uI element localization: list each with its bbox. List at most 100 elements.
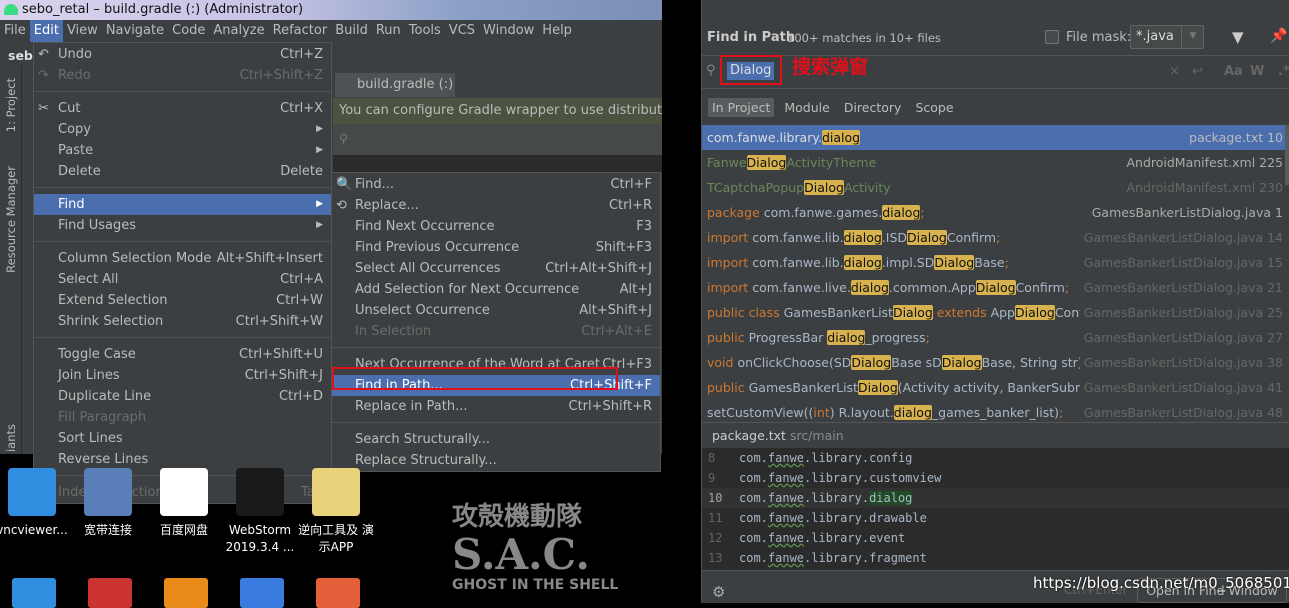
resource-manager-tab[interactable]: Resource Manager [4,166,18,273]
menu-item-find[interactable]: 🔍 Find... Ctrl+F [332,174,660,195]
menu-file[interactable]: File [0,20,30,42]
menu-item-duplicate-line[interactable]: Duplicate Line Ctrl+D [34,386,331,407]
result-row[interactable]: import com.fanwe.lib.dialog.impl.SDDialo… [702,250,1286,275]
result-text: Activity [843,180,891,195]
search-icon[interactable]: ⚲ [706,63,716,78]
editor-code-area[interactable] [333,155,662,173]
desktop-icon-1[interactable]: 宽带连接 [68,468,148,539]
chevron-down-icon[interactable]: ▼ [1181,25,1204,49]
menu-item-delete[interactable]: Delete Delete [34,161,331,182]
menu-navigate[interactable]: Navigate [102,20,168,42]
menu-item-replace[interactable]: ⟲ Replace... Ctrl+R [332,195,660,216]
menu-run[interactable]: Run [372,20,405,42]
menu-item-paste[interactable]: Paste ▶ [34,140,331,161]
match-highlight: Dialog [851,355,892,370]
project-tool-tab[interactable]: 1: Project [4,78,18,132]
result-row[interactable]: com.fanwe.library.dialog package.txt 10 [702,125,1286,150]
desktop-icon-partial[interactable] [12,578,56,608]
match-highlight: Dialog [1014,305,1055,320]
menu-item-find-usages[interactable]: Find Usages ▶ [34,215,331,236]
menu-build[interactable]: Build [331,20,372,42]
menu-item-label: Column Selection Mode [58,251,212,266]
menu-item-toggle-case[interactable]: Toggle Case Ctrl+Shift+U [34,344,331,365]
code-word: fragment [869,551,927,565]
menu-item-shortcut: Ctrl+Shift+R [568,399,653,414]
desktop-icon-partial[interactable] [164,578,208,608]
menu-window[interactable]: Window [479,20,538,42]
menu-item-replace-structurally[interactable]: Replace Structurally... [332,450,660,471]
menu-item-undo[interactable]: ↶ Undo Ctrl+Z [34,44,331,65]
result-row[interactable]: public ProgressBar dialog_progress; Games… [702,325,1286,350]
desktop-icon-partial[interactable] [316,578,360,608]
scope-tab-in-project[interactable]: In Project [708,98,775,117]
menu-item-find[interactable]: Find ▶ [34,194,331,215]
menu-item-extend-selection[interactable]: Extend Selection Ctrl+W [34,290,331,311]
pin-icon[interactable]: 📌 [1270,28,1287,44]
menu-tools[interactable]: Tools [405,20,445,42]
menu-item-unselect-occurrence[interactable]: Unselect Occurrence Alt+Shift+J [332,300,660,321]
menu-item-copy[interactable]: Copy ▶ [34,119,331,140]
menu-item-add-selection-for-next-occurrence[interactable]: Add Selection for Next Occurrence Alt+J [332,279,660,300]
match-case-toggle[interactable]: Aa [1224,64,1243,79]
whole-words-toggle[interactable]: W [1250,64,1264,79]
menu-vcs[interactable]: VCS [445,20,479,42]
menu-item-shortcut: Alt+Shift+Insert [216,251,323,266]
menu-item-search-structurally[interactable]: Search Structurally... [332,429,660,450]
menu-item-reverse-lines[interactable]: Reverse Lines [34,449,331,470]
newline-icon[interactable]: ↩ [1192,64,1203,79]
menu-item-join-lines[interactable]: Join Lines Ctrl+Shift+J [34,365,331,386]
regex-toggle[interactable]: .* [1278,64,1289,79]
result-row[interactable]: FanweDialogActivityTheme AndroidManifest.… [702,150,1286,175]
menu-item-select-all[interactable]: Select All Ctrl+A [34,269,331,290]
menu-edit[interactable]: Edit [29,20,63,42]
gradle-notice-bar: You can configure Gradle wrapper to use … [333,98,662,124]
desktop-icon-4[interactable]: 逆向工具及 演示APP [296,468,376,556]
result-row[interactable]: public GamesBankerListDialog(Activity ac… [702,375,1286,400]
desktop-icon-0[interactable]: vncviewer... [0,468,72,539]
scope-tab-scope[interactable]: Scope [911,98,957,117]
desktop-icon-2[interactable]: 百度网盘 [144,468,224,539]
editor-tab-build-gradle[interactable]: build.gradle (:) × [335,73,455,116]
scrollbar[interactable] [1285,125,1289,185]
filter-icon[interactable]: ▼ [1232,28,1244,46]
result-row[interactable]: package com.fanwe.games.dialog; GamesBank… [702,200,1286,225]
result-text: import [707,280,753,295]
desktop-icon-partial[interactable] [88,578,132,608]
result-row[interactable]: TCaptchaPopupDialogActivity AndroidManife… [702,175,1286,200]
menu-item-in-selection[interactable]: In Selection Ctrl+Alt+E [332,321,660,342]
menu-item-fill-paragraph[interactable]: Fill Paragraph [34,407,331,428]
match-highlight: Dialog [857,380,898,395]
menu-item-select-all-occurrences[interactable]: Select All Occurrences Ctrl+Alt+Shift+J [332,258,660,279]
menu-item-find-next-occurrence[interactable]: Find Next Occurrence F3 [332,216,660,237]
scope-tab-module[interactable]: Module [780,98,833,117]
desktop-icon-partial[interactable] [240,578,284,608]
menu-item-label: Unselect Occurrence [355,303,490,318]
menu-item-redo[interactable]: ↷ Redo Ctrl+Shift+Z [34,65,331,86]
menu-item-column-selection-mode[interactable]: Column Selection Mode Alt+Shift+Insert [34,248,331,269]
scope-tab-directory[interactable]: Directory [840,98,906,117]
menu-item-replace-in-path[interactable]: Replace in Path... Ctrl+Shift+R [332,396,660,417]
menu-item-cut[interactable]: ✂ Cut Ctrl+X [34,98,331,119]
editor-search-bar[interactable]: ⚲ [333,124,662,155]
menu-help[interactable]: Help [538,20,576,42]
menu-analyze[interactable]: Analyze [209,20,268,42]
desktop-icon-3[interactable]: WebStorm 2019.3.4 ... [220,468,300,556]
result-row[interactable]: public class GamesBankerListDialog exten… [702,300,1286,325]
menu-item-shortcut: Ctrl+F [610,177,652,192]
result-row[interactable]: import com.fanwe.lib.dialog.ISDDialogCon… [702,225,1286,250]
build-variants-tab[interactable]: iants [4,424,18,452]
menu-item-shrink-selection[interactable]: Shrink Selection Ctrl+Shift+W [34,311,331,332]
menu-refactor[interactable]: Refactor [269,20,332,42]
menu-item-sort-lines[interactable]: Sort Lines [34,428,331,449]
menu-item-find-previous-occurrence[interactable]: Find Previous Occurrence Shift+F3 [332,237,660,258]
result-text: com.fanwe.games. [763,205,883,220]
clear-icon[interactable]: × [1169,64,1180,79]
menu-view[interactable]: View [63,20,102,42]
file-mask-checkbox[interactable] [1045,30,1059,44]
result-row[interactable]: void onClickChoose(SDDialogBase sDDialog… [702,350,1286,375]
line-number: 8 [708,451,716,465]
result-text: .ISD [881,230,908,245]
gear-icon[interactable]: ⚙ [712,583,725,601]
result-row[interactable]: import com.fanwe.live.dialog.common.AppD… [702,275,1286,300]
menu-code[interactable]: Code [168,20,209,42]
